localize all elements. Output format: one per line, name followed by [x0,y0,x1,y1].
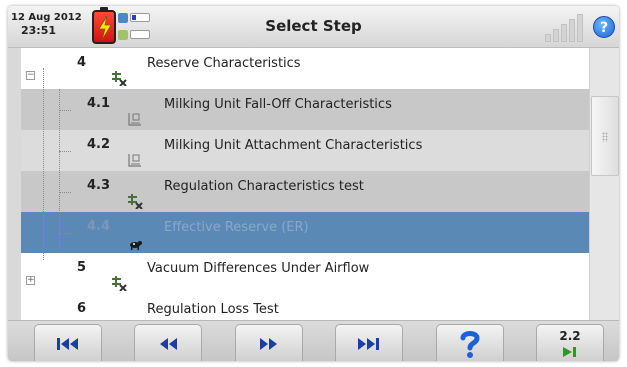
tree-connector [59,233,71,234]
step-number: 5 [77,260,87,275]
step-row-4[interactable]: − 4 Reserve Characteristics [21,48,589,89]
rewind-icon [160,337,177,350]
step-row-4-3[interactable]: 4.3 Regulation Characteristics test [21,171,589,212]
help-icon[interactable]: ? [593,16,615,38]
procedure-icon [128,113,141,126]
current-step-label: 2.2 [559,329,581,343]
cow-icon [130,241,142,250]
tree-connector [59,192,71,193]
vertical-scrollbar[interactable] [589,48,619,320]
step-number: 4.4 [87,219,111,234]
next-step-button[interactable] [235,324,303,361]
tree-connector [59,151,71,152]
last-step-button[interactable] [335,324,403,361]
header-bar: 12 Aug 2012 23:51 Select Step ? [8,6,619,48]
previous-step-button[interactable] [134,324,202,361]
step-list: − 4 Reserve Characteristics 4.1 Milking … [21,48,589,320]
step-label: Regulation Characteristics test [164,179,364,194]
play-step-icon [563,346,576,357]
step-number: 4.3 [87,178,111,193]
step-row-4-4-selected[interactable]: 4.4 Effective Reserve (ER) [21,212,589,253]
first-step-button[interactable] [34,324,102,361]
step-row-4-2[interactable]: 4.2 Milking Unit Attachment Characterist… [21,130,589,171]
app-window: 12 Aug 2012 23:51 Select Step ? − 4 Rese [8,6,619,361]
signal-strength-icon [545,14,585,42]
page-title: Select Step [265,17,362,35]
step-row-5[interactable]: + 5 Vacuum Differences Under Airflow [21,253,589,294]
skip-to-first-icon [57,337,78,350]
step-number: 4.2 [87,137,111,152]
help-button[interactable] [436,324,504,361]
tree-connector [59,89,60,249]
scrollbar-thumb[interactable] [591,96,619,176]
step-row-6[interactable]: 6 Regulation Loss Test [21,294,589,320]
step-number: 6 [77,301,87,316]
step-label: Milking Unit Fall-Off Characteristics [164,97,392,112]
question-mark-icon [460,330,480,358]
skip-to-last-icon [358,337,379,350]
tools-icon [112,71,127,86]
expand-toggle-icon[interactable]: + [26,276,35,285]
step-label: Reserve Characteristics [147,56,301,71]
tools-icon [128,194,143,209]
step-row-4-1[interactable]: 4.1 Milking Unit Fall-Off Characteristic… [21,89,589,130]
current-step-button[interactable]: 2.2 [536,324,604,361]
step-label: Milking Unit Attachment Characteristics [164,138,423,153]
fast-forward-icon [260,337,277,350]
step-label: Effective Reserve (ER) [164,220,309,235]
bottom-toolbar: 2.2 [8,320,619,361]
step-label: Vacuum Differences Under Airflow [147,261,370,276]
grip-icon [602,132,608,142]
tree-connector [59,110,71,111]
expand-toggle-icon[interactable]: − [26,71,35,80]
step-label: Regulation Loss Test [147,302,279,317]
tree-connector [43,68,44,260]
step-number: 4 [77,55,87,70]
tools-icon [112,276,127,291]
procedure-icon [128,154,141,167]
step-number: 4.1 [87,96,111,111]
